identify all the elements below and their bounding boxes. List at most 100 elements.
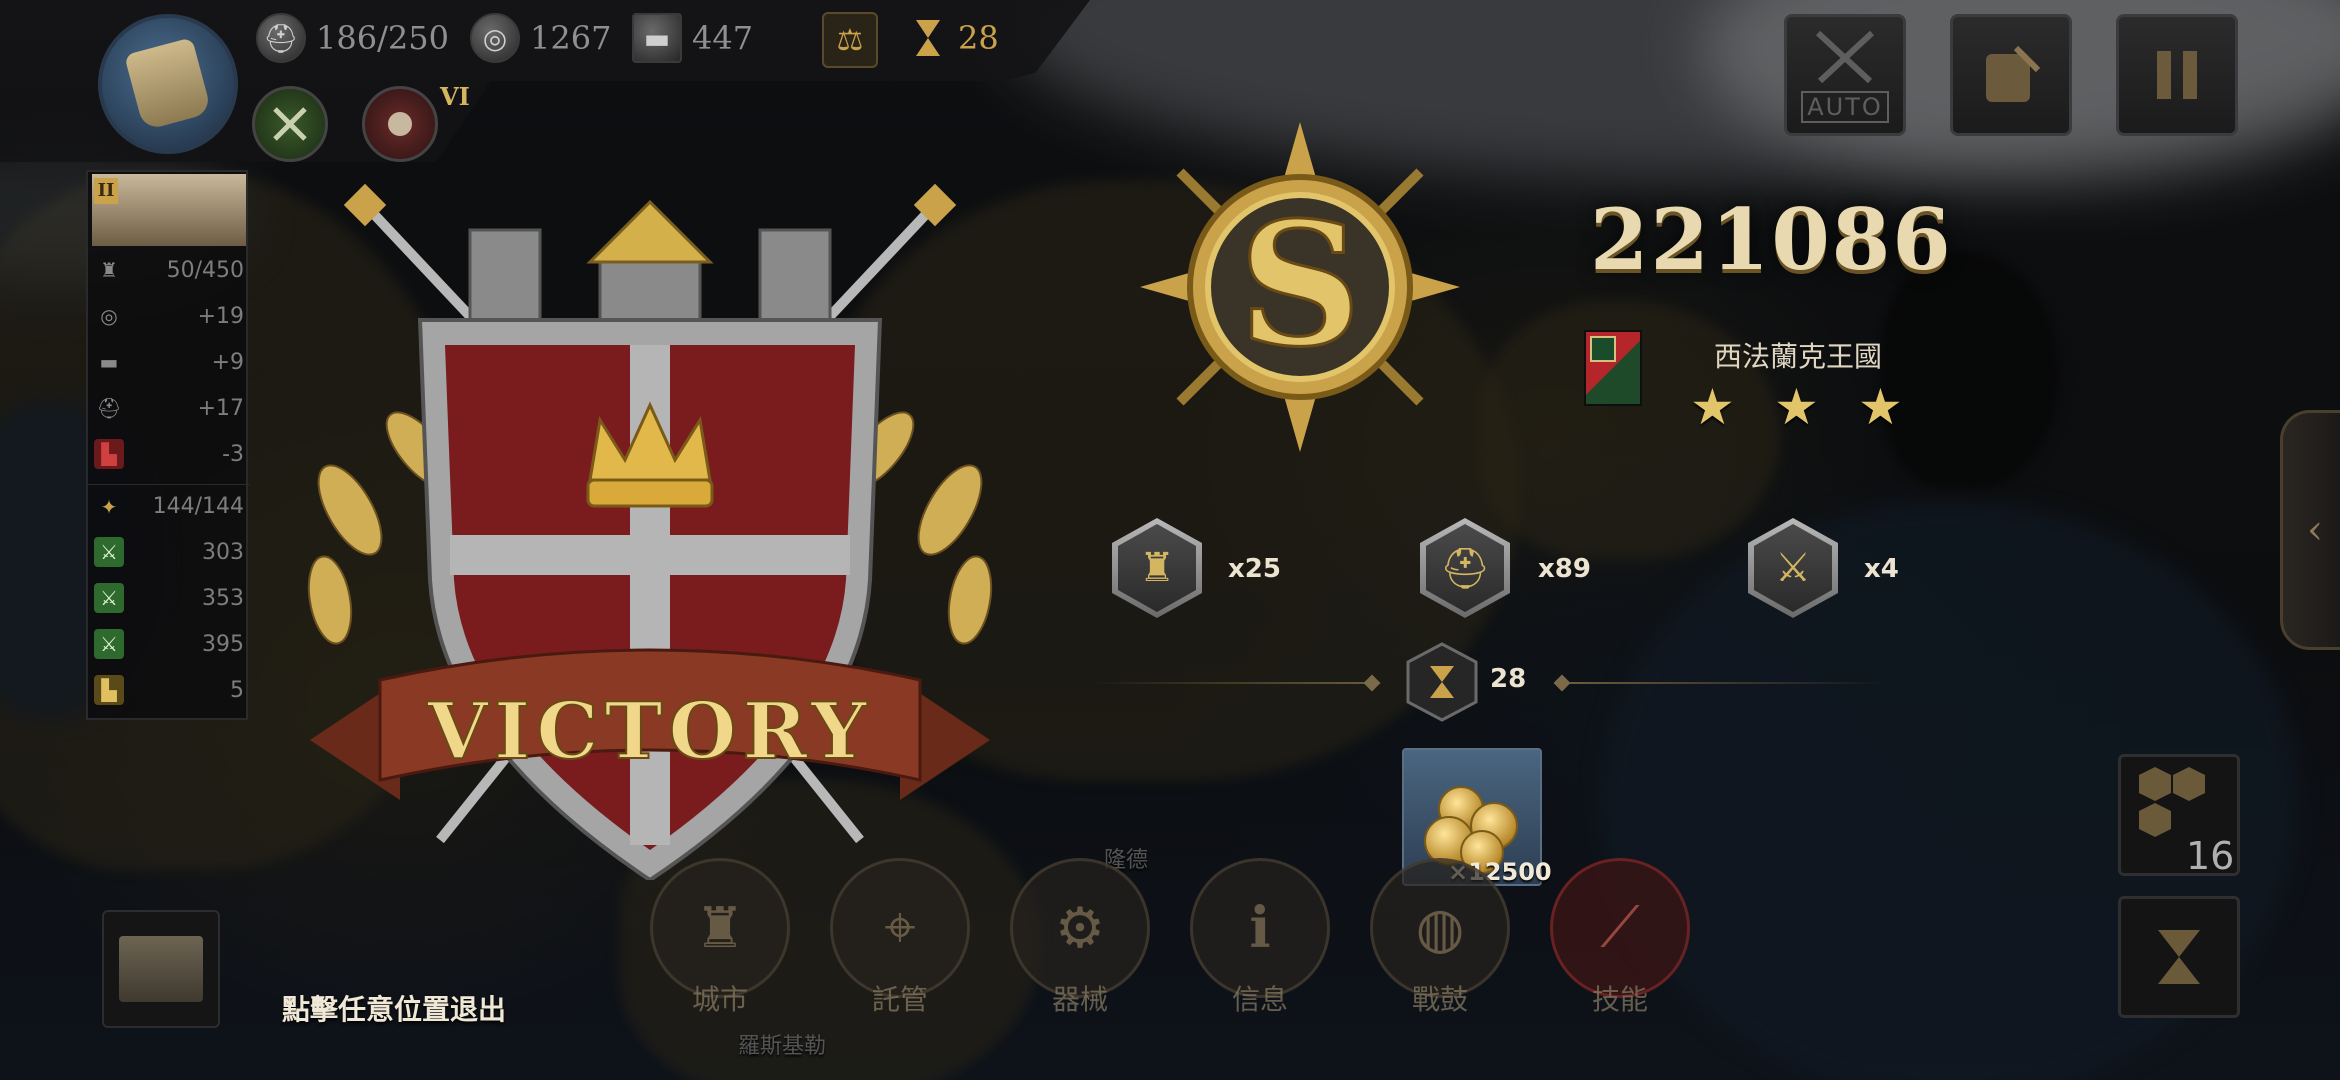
stat-value: +9 bbox=[211, 349, 244, 375]
kingdom-name: 西法蘭克王國 bbox=[1714, 340, 1883, 373]
cathedral-icon: ♜ bbox=[1118, 524, 1196, 612]
star-icon: ★ bbox=[1858, 378, 1903, 436]
silver-value: 1267 bbox=[530, 19, 612, 57]
stat-row: ▬ +9 bbox=[88, 340, 250, 384]
helmet-icon: ⛑ bbox=[256, 13, 306, 63]
stat-value: 303 bbox=[202, 539, 244, 565]
hourglass-icon bbox=[2158, 930, 2200, 984]
skill-button[interactable]: ⟋ bbox=[1550, 858, 1690, 998]
war-drum-label: 戰鼓 bbox=[1411, 983, 1468, 1016]
diplomacy-button[interactable]: ⚖ bbox=[822, 12, 878, 68]
hero-rank: VI bbox=[440, 82, 470, 111]
iron-resource[interactable]: ▬ 447 bbox=[632, 10, 753, 66]
silver-coin-icon: ◎ bbox=[470, 13, 520, 63]
quest-scroll-button[interactable] bbox=[98, 14, 238, 154]
divider bbox=[1090, 682, 1380, 684]
city-label: 城市 bbox=[691, 983, 748, 1016]
auto-label: AUTO bbox=[1801, 91, 1889, 123]
pause-button[interactable] bbox=[2116, 14, 2238, 136]
city-icon: ♜ bbox=[694, 895, 746, 961]
star-icon: ★ bbox=[1690, 378, 1735, 436]
stat-value: 395 bbox=[202, 631, 244, 657]
hex-grid-icon bbox=[2139, 767, 2205, 837]
world-map-button[interactable] bbox=[102, 910, 220, 1028]
quill-scroll-icon bbox=[1986, 45, 2041, 102]
info-label: 信息 bbox=[1231, 983, 1288, 1016]
exit-hint: 點擊任意位置退出 bbox=[282, 993, 507, 1026]
crossed-swords-icon: ⚔ bbox=[1754, 524, 1832, 612]
stat-value: +19 bbox=[197, 303, 244, 329]
manpower-value: 186/250 bbox=[316, 19, 449, 57]
reward-count: x89 bbox=[1538, 554, 1591, 584]
divider bbox=[1570, 682, 1890, 684]
stat-row: ⚔ 395 bbox=[88, 622, 250, 666]
turn-count: 28 bbox=[1490, 664, 1527, 694]
silver-resource[interactable]: ◎ 1267 bbox=[470, 10, 611, 66]
delegate-label: 託管 bbox=[871, 983, 928, 1016]
chevron-left-icon: ‹ bbox=[2307, 507, 2323, 553]
sword-icon: ⚔ bbox=[94, 583, 124, 613]
boot-icon: ▙ bbox=[94, 439, 124, 469]
stat-row: ◎ +19 bbox=[88, 294, 250, 338]
coin-icon: ◎ bbox=[100, 304, 118, 328]
stat-row: ▙ -3 bbox=[88, 432, 250, 476]
rank-s-medal: S bbox=[1140, 122, 1460, 452]
stat-row: ⚔ 353 bbox=[88, 576, 250, 620]
spear-icon: ⟋ bbox=[1600, 895, 1640, 960]
reward-count: x4 bbox=[1864, 554, 1899, 584]
hourglass-icon bbox=[916, 20, 940, 56]
auto-battle-button[interactable]: AUTO bbox=[1784, 14, 1906, 136]
siege-engine-button[interactable]: ⚙ bbox=[1010, 858, 1150, 998]
siege-engine-label: 器械 bbox=[1051, 983, 1108, 1016]
hex-grid-count: 16 bbox=[2186, 834, 2235, 878]
side-panel-tab[interactable]: ‹ bbox=[2280, 410, 2340, 650]
city-stats-panel[interactable]: II ♜ 50/450 ◎ +19 ▬ +9 ⛑ +17 ▙ -3 ✦ 144/144 ⚔ 3… bbox=[86, 170, 250, 720]
stat-value: +17 bbox=[197, 395, 244, 421]
helmet-icon: ⛑ bbox=[96, 396, 122, 420]
stat-value: -3 bbox=[222, 441, 244, 467]
general-avatar-2[interactable] bbox=[362, 86, 438, 162]
end-turn-button[interactable] bbox=[2118, 896, 2240, 1018]
stat-value: 353 bbox=[202, 585, 244, 611]
info-button[interactable]: i bbox=[1190, 858, 1330, 998]
turn-hourglass-badge bbox=[1406, 642, 1478, 722]
manpower-resource[interactable]: ⛑ 186/250 bbox=[256, 10, 449, 66]
stat-value: 144/144 bbox=[152, 494, 244, 519]
stat-row: ✦ 144/144 bbox=[88, 484, 250, 528]
sword-icon: ⚔ bbox=[94, 629, 124, 659]
map-pin-icon: ⌖ bbox=[884, 895, 916, 960]
stat-row: ⛑ +17 bbox=[88, 386, 250, 430]
crossed-swords-icon bbox=[1815, 30, 1875, 84]
crossed-axes-icon bbox=[273, 107, 307, 141]
stat-value: 50/450 bbox=[166, 257, 244, 283]
stat-value: 5 bbox=[230, 677, 244, 703]
reward-count: x25 bbox=[1228, 554, 1281, 584]
sword-icon: ⚔ bbox=[94, 537, 124, 567]
map-icon bbox=[119, 936, 203, 1002]
s-rank-icon: S bbox=[1239, 185, 1362, 385]
stat-row: ⚔ 303 bbox=[88, 530, 250, 574]
delegate-button[interactable]: ⌖ bbox=[830, 858, 970, 998]
victory-banner-text: VICTORY bbox=[426, 686, 872, 777]
scroll-icon bbox=[124, 37, 212, 131]
cannon-icon bbox=[388, 112, 412, 136]
info-icon: i bbox=[1249, 895, 1271, 961]
kingdom-flag bbox=[1584, 330, 1642, 406]
stat-row: ▙ 5 bbox=[88, 668, 250, 712]
boot-icon: ▙ bbox=[94, 675, 124, 705]
journal-button[interactable] bbox=[1950, 14, 2072, 136]
pause-icon bbox=[2157, 51, 2197, 99]
turn-indicator: 28 bbox=[908, 10, 999, 66]
war-drum-button[interactable]: ◍ bbox=[1370, 858, 1510, 998]
battle-score: 221086 bbox=[1590, 190, 1953, 289]
ingot-icon: ▬ bbox=[99, 350, 119, 374]
skill-label: 技能 bbox=[1591, 983, 1648, 1016]
spartan-helmet-icon: ⛑ bbox=[1426, 524, 1504, 612]
city-button[interactable]: ♜ bbox=[650, 858, 790, 998]
castle-icon: ♜ bbox=[100, 258, 118, 282]
eagle-icon: ✦ bbox=[100, 494, 118, 519]
general-avatar[interactable] bbox=[252, 86, 328, 162]
stat-row: ♜ 50/450 bbox=[88, 248, 250, 292]
scales-icon: ⚖ bbox=[836, 22, 864, 58]
turn-value: 28 bbox=[958, 19, 999, 57]
